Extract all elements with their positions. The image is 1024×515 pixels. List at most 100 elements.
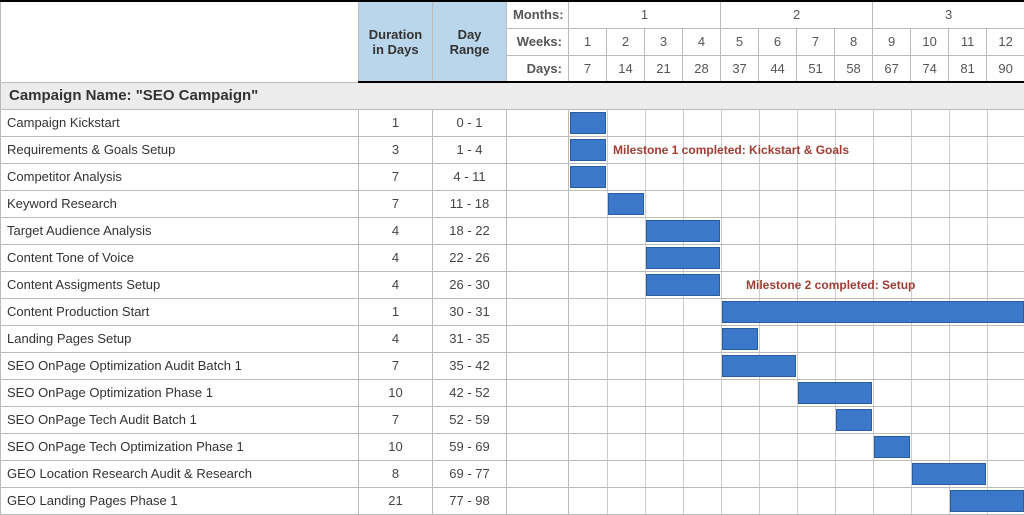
gantt-bar [570,112,606,134]
task-row: Target Audience Analysis418 - 22 [1,217,1024,244]
week-cell: 8 [835,28,873,55]
task-name: SEO OnPage Optimization Audit Batch 1 [1,352,359,379]
header-months-label: Months: [507,1,569,28]
chart-area [569,487,1024,514]
day-cell: 90 [987,55,1024,82]
chart-spacer [507,379,569,406]
task-row: Landing Pages Setup431 - 35 [1,325,1024,352]
day-cell: 81 [949,55,987,82]
chart-spacer [507,163,569,190]
task-range: 35 - 42 [433,352,507,379]
task-name: Requirements & Goals Setup [1,136,359,163]
gantt-bar [874,436,910,458]
gantt-bar [950,490,1024,512]
chart-spacer [507,406,569,433]
task-duration: 10 [359,379,433,406]
chart-spacer [507,487,569,514]
chart-area: Milestone 1 completed: Kickstart & Goals [569,136,1024,163]
gantt-bar [570,166,606,188]
week-cell: 4 [683,28,721,55]
chart-area: Milestone 2 completed: Setup [569,271,1024,298]
task-row: SEO OnPage Optimization Phase 11042 - 52 [1,379,1024,406]
task-range: 0 - 1 [433,109,507,136]
header-blank [1,1,359,82]
milestone-label: Milestone 2 completed: Setup [746,278,915,292]
task-range: 4 - 11 [433,163,507,190]
chart-area [569,244,1024,271]
day-cell: 74 [911,55,949,82]
chart-area [569,109,1024,136]
week-cell: 2 [607,28,645,55]
month-3: 3 [873,1,1024,28]
chart-area [569,379,1024,406]
task-duration: 7 [359,352,433,379]
task-range: 77 - 98 [433,487,507,514]
chart-spacer [507,460,569,487]
gantt-bar [836,409,872,431]
task-row: SEO OnPage Tech Optimization Phase 11059… [1,433,1024,460]
chart-spacer [507,190,569,217]
task-name: SEO OnPage Tech Audit Batch 1 [1,406,359,433]
task-name: Target Audience Analysis [1,217,359,244]
chart-area [569,460,1024,487]
task-range: 18 - 22 [433,217,507,244]
chart-area [569,406,1024,433]
day-cell: 37 [721,55,759,82]
day-cell: 67 [873,55,911,82]
task-duration: 3 [359,136,433,163]
task-duration: 8 [359,460,433,487]
task-row: Content Assigments Setup426 - 30Mileston… [1,271,1024,298]
task-name: SEO OnPage Tech Optimization Phase 1 [1,433,359,460]
task-range: 69 - 77 [433,460,507,487]
gantt-bar [608,193,644,215]
campaign-title-row: Campaign Name: "SEO Campaign" [1,82,1024,109]
task-row: Requirements & Goals Setup31 - 4Mileston… [1,136,1024,163]
chart-area [569,298,1024,325]
task-duration: 7 [359,163,433,190]
task-range: 30 - 31 [433,298,507,325]
chart-spacer [507,136,569,163]
task-name: Competitor Analysis [1,163,359,190]
task-range: 42 - 52 [433,379,507,406]
gantt-bar [646,220,720,242]
gantt-bar [798,382,872,404]
task-name: Content Tone of Voice [1,244,359,271]
task-name: Keyword Research [1,190,359,217]
week-cell: 9 [873,28,911,55]
task-name: SEO OnPage Optimization Phase 1 [1,379,359,406]
task-row: SEO OnPage Tech Audit Batch 1752 - 59 [1,406,1024,433]
campaign-title: Campaign Name: "SEO Campaign" [1,82,1024,109]
chart-area [569,352,1024,379]
chart-area [569,217,1024,244]
week-cell: 6 [759,28,797,55]
task-name: Landing Pages Setup [1,325,359,352]
chart-spacer [507,325,569,352]
chart-spacer [507,298,569,325]
task-range: 52 - 59 [433,406,507,433]
week-cell: 3 [645,28,683,55]
month-2: 2 [721,1,873,28]
task-name: GEO Landing Pages Phase 1 [1,487,359,514]
task-name: Content Assigments Setup [1,271,359,298]
chart-spacer [507,433,569,460]
month-1: 1 [569,1,721,28]
task-name: Content Production Start [1,298,359,325]
gantt-bar [722,355,796,377]
task-row: Content Production Start130 - 31 [1,298,1024,325]
task-range: 22 - 26 [433,244,507,271]
week-cell: 7 [797,28,835,55]
chart-spacer [507,217,569,244]
task-row: Content Tone of Voice422 - 26 [1,244,1024,271]
task-range: 59 - 69 [433,433,507,460]
chart-spacer [507,352,569,379]
task-duration: 21 [359,487,433,514]
task-duration: 4 [359,271,433,298]
chart-area [569,433,1024,460]
chart-spacer [507,244,569,271]
task-name: Campaign Kickstart [1,109,359,136]
day-cell: 28 [683,55,721,82]
task-row: GEO Location Research Audit & Research86… [1,460,1024,487]
task-range: 31 - 35 [433,325,507,352]
chart-spacer [507,109,569,136]
chart-spacer [507,271,569,298]
